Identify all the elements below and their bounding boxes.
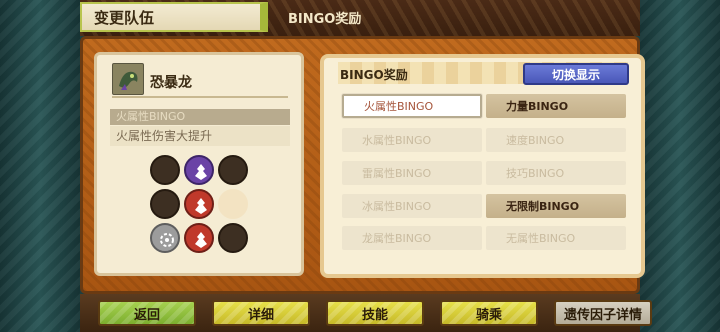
back-button[interactable]: 返回 [98,300,196,326]
gene-slot-purple-icon[interactable] [184,155,214,185]
gene-slot[interactable] [150,155,180,185]
bingo-item-ice[interactable]: 冰属性BINGO [342,194,482,218]
right-border [640,0,720,332]
bingo-panel-title: BINGO奖励 [340,68,408,82]
page-title: 变更队伍 [80,2,268,32]
bingo-item-unlimited[interactable]: 无限制BINGO [486,194,626,218]
left-border [0,0,80,332]
bingo-item-speed[interactable]: 速度BINGO [486,128,626,152]
bingo-item-technique[interactable]: 技巧BINGO [486,161,626,185]
switch-display-button[interactable]: 切换显示 [523,63,629,85]
gene-slot[interactable] [150,189,180,219]
bingo-item-water[interactable]: 水属性BINGO [342,128,482,152]
ability-title: 火属性BINGO [110,109,290,125]
bingo-item-fire[interactable]: 火属性BINGO [342,94,482,118]
monster-icon [112,63,144,95]
gene-slot-red-icon[interactable] [184,189,214,219]
bingo-item-thunder[interactable]: 雷属性BINGO [342,161,482,185]
ability-desc: 火属性伤害大提升 [110,126,290,146]
gene-slot-grey-icon[interactable] [150,223,180,253]
gene-slot[interactable] [218,155,248,185]
gene-details-button[interactable]: 遗传因子详情 [554,300,652,326]
ride-button[interactable]: 骑乘 [440,300,538,326]
skills-button[interactable]: 技能 [326,300,424,326]
section-title: BINGO奖励 [288,12,362,27]
bingo-item-dragon[interactable]: 龙属性BINGO [342,226,482,250]
divider [112,96,288,98]
bingo-item-power[interactable]: 力量BINGO [486,94,626,118]
gene-slot-empty[interactable] [218,189,248,219]
gene-slot[interactable] [218,223,248,253]
bingo-item-non-element[interactable]: 无属性BINGO [486,226,626,250]
monster-name: 恐暴龙 [150,75,192,91]
gene-slot-red-icon[interactable] [184,223,214,253]
details-button[interactable]: 详细 [212,300,310,326]
